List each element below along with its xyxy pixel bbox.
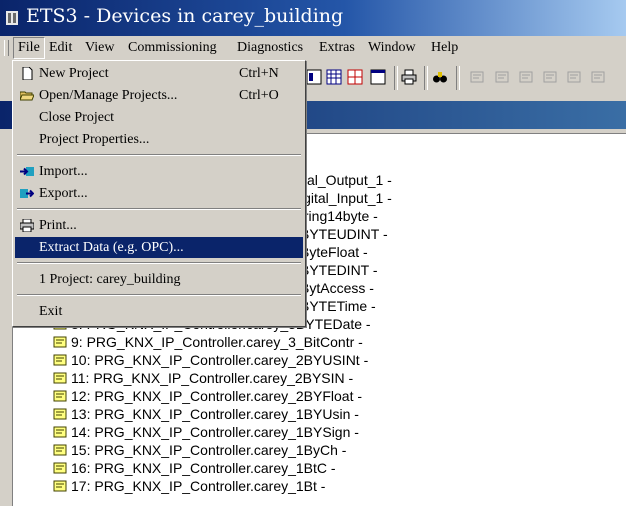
menu-item-label: Print...: [39, 218, 77, 233]
menu-item-new-project[interactable]: New Project Ctrl+N: [15, 63, 303, 84]
tree-row-label: 11: PRG_KNX_IP_Controller.carey_2BYSIN -: [71, 370, 354, 386]
grid-icon[interactable]: [326, 69, 342, 85]
menu-item-shortcut: Ctrl+N: [239, 66, 279, 81]
tree-row-label: 14: PRG_KNX_IP_Controller.carey_1BYSign …: [71, 424, 359, 440]
menu-bar: File Edit View Commissioning Diagnostics…: [0, 36, 626, 60]
device-icon: [53, 336, 67, 348]
tree-row-label: tring14byte -: [300, 208, 378, 224]
device-icon: [53, 390, 67, 402]
menu-item-shortcut: Ctrl+O: [239, 88, 279, 103]
menu-item-label: Extract Data (e.g. OPC)...: [39, 240, 184, 255]
file-dropdown-menu: New Project Ctrl+N Open/Manage Projects.…: [12, 60, 306, 327]
import-icon: [20, 167, 34, 176]
tree-row-label: ByteFloat -: [300, 244, 368, 260]
open-folder-icon: [20, 91, 34, 101]
menu-extras[interactable]: Extras: [315, 38, 359, 58]
menu-separator: [17, 294, 301, 296]
menu-item-exit[interactable]: Exit: [15, 301, 303, 322]
menu-item-open-manage-projects[interactable]: Open/Manage Projects... Ctrl+O: [15, 85, 303, 106]
menu-item-import[interactable]: Import...: [15, 161, 303, 182]
window-title: ETS3 - Devices in carey_building: [26, 5, 344, 27]
tree-row-label: 15: PRG_KNX_IP_Controller.carey_1ByCh -: [71, 442, 347, 458]
disabled-tool-icon[interactable]: [566, 69, 582, 85]
table-icon[interactable]: [347, 69, 363, 85]
menu-separator: [17, 262, 301, 264]
tree-row-label: 12: PRG_KNX_IP_Controller.carey_2BYFloat…: [71, 388, 363, 404]
export-icon: [20, 189, 34, 198]
menu-item-export[interactable]: Export...: [15, 183, 303, 204]
device-icon: [53, 354, 67, 366]
toolbar-separator: [394, 66, 398, 90]
menu-diagnostics[interactable]: Diagnostics: [233, 38, 307, 58]
menu-item-recent-project[interactable]: 1 Project: carey_building: [15, 269, 303, 290]
title-bar[interactable]: ETS3 - Devices in carey_building: [0, 0, 626, 36]
disabled-tool-icon[interactable]: [518, 69, 534, 85]
device-icon: [53, 372, 67, 384]
menu-item-print[interactable]: Print...: [15, 215, 303, 236]
tree-row-label: BytAccess -: [300, 280, 374, 296]
menu-item-label: Exit: [39, 304, 63, 319]
menu-item-close-project[interactable]: Close Project: [15, 107, 303, 128]
menu-item-label: Export...: [39, 186, 88, 201]
disabled-tool-icon[interactable]: [590, 69, 606, 85]
tree-row-label: 9: PRG_KNX_IP_Controller.carey_3_BitCont…: [71, 334, 363, 350]
menu-file[interactable]: File: [13, 37, 45, 59]
tree-row-label: BYTETime -: [300, 298, 376, 314]
tree-row-label: BYTEDINT -: [300, 262, 378, 278]
menu-commissioning[interactable]: Commissioning: [124, 38, 221, 58]
menu-view[interactable]: View: [81, 38, 118, 58]
menu-item-label: Close Project: [39, 110, 115, 125]
printer-icon[interactable]: [401, 69, 417, 85]
menu-item-label: Import...: [39, 164, 88, 179]
window-icon[interactable]: [370, 69, 386, 85]
toolbar-separator: [424, 66, 428, 90]
menu-item-label: Project Properties...: [39, 132, 150, 147]
menu-item-project-properties[interactable]: Project Properties...: [15, 129, 303, 150]
tree-row-label: 10: PRG_KNX_IP_Controller.carey_2BYUSINt…: [71, 352, 369, 368]
menu-item-extract-data[interactable]: Extract Data (e.g. OPC)...: [15, 237, 303, 258]
menu-window[interactable]: Window: [364, 38, 420, 58]
disabled-tool-icon[interactable]: [542, 69, 558, 85]
printer-icon: [20, 219, 34, 232]
menu-separator: [17, 154, 301, 156]
device-icon: [53, 426, 67, 438]
menu-item-label: Open/Manage Projects...: [39, 88, 178, 103]
device-icon: [53, 408, 67, 420]
view-icon[interactable]: [306, 69, 322, 85]
device-icon: [53, 444, 67, 456]
device-icon: [53, 480, 67, 492]
disabled-tool-icon[interactable]: [494, 69, 510, 85]
tree-row-label: 17: PRG_KNX_IP_Controller.carey_1Bt -: [71, 478, 326, 494]
ets-app-icon: [6, 11, 18, 25]
new-document-icon: [22, 67, 33, 80]
tree-row-label: 13: PRG_KNX_IP_Controller.carey_1BYUsin …: [71, 406, 359, 422]
menu-separator: [17, 208, 301, 210]
tree-row-label: igital_Input_1 -: [300, 190, 392, 206]
tree-row-label: ital_Output_1 -: [300, 172, 392, 188]
menu-help[interactable]: Help: [427, 38, 462, 58]
menu-item-label: 1 Project: carey_building: [39, 272, 181, 287]
menu-item-label: New Project: [39, 66, 109, 81]
toolbar-separator: [456, 66, 460, 90]
tree-row-label: 16: PRG_KNX_IP_Controller.carey_1BtC -: [71, 460, 336, 476]
disabled-tool-icon[interactable]: [469, 69, 485, 85]
menubar-grip[interactable]: [4, 40, 9, 56]
menu-edit[interactable]: Edit: [45, 38, 76, 58]
find-icon[interactable]: [432, 69, 448, 85]
device-icon: [53, 462, 67, 474]
tree-row-label: BYTEUDINT -: [300, 226, 388, 242]
